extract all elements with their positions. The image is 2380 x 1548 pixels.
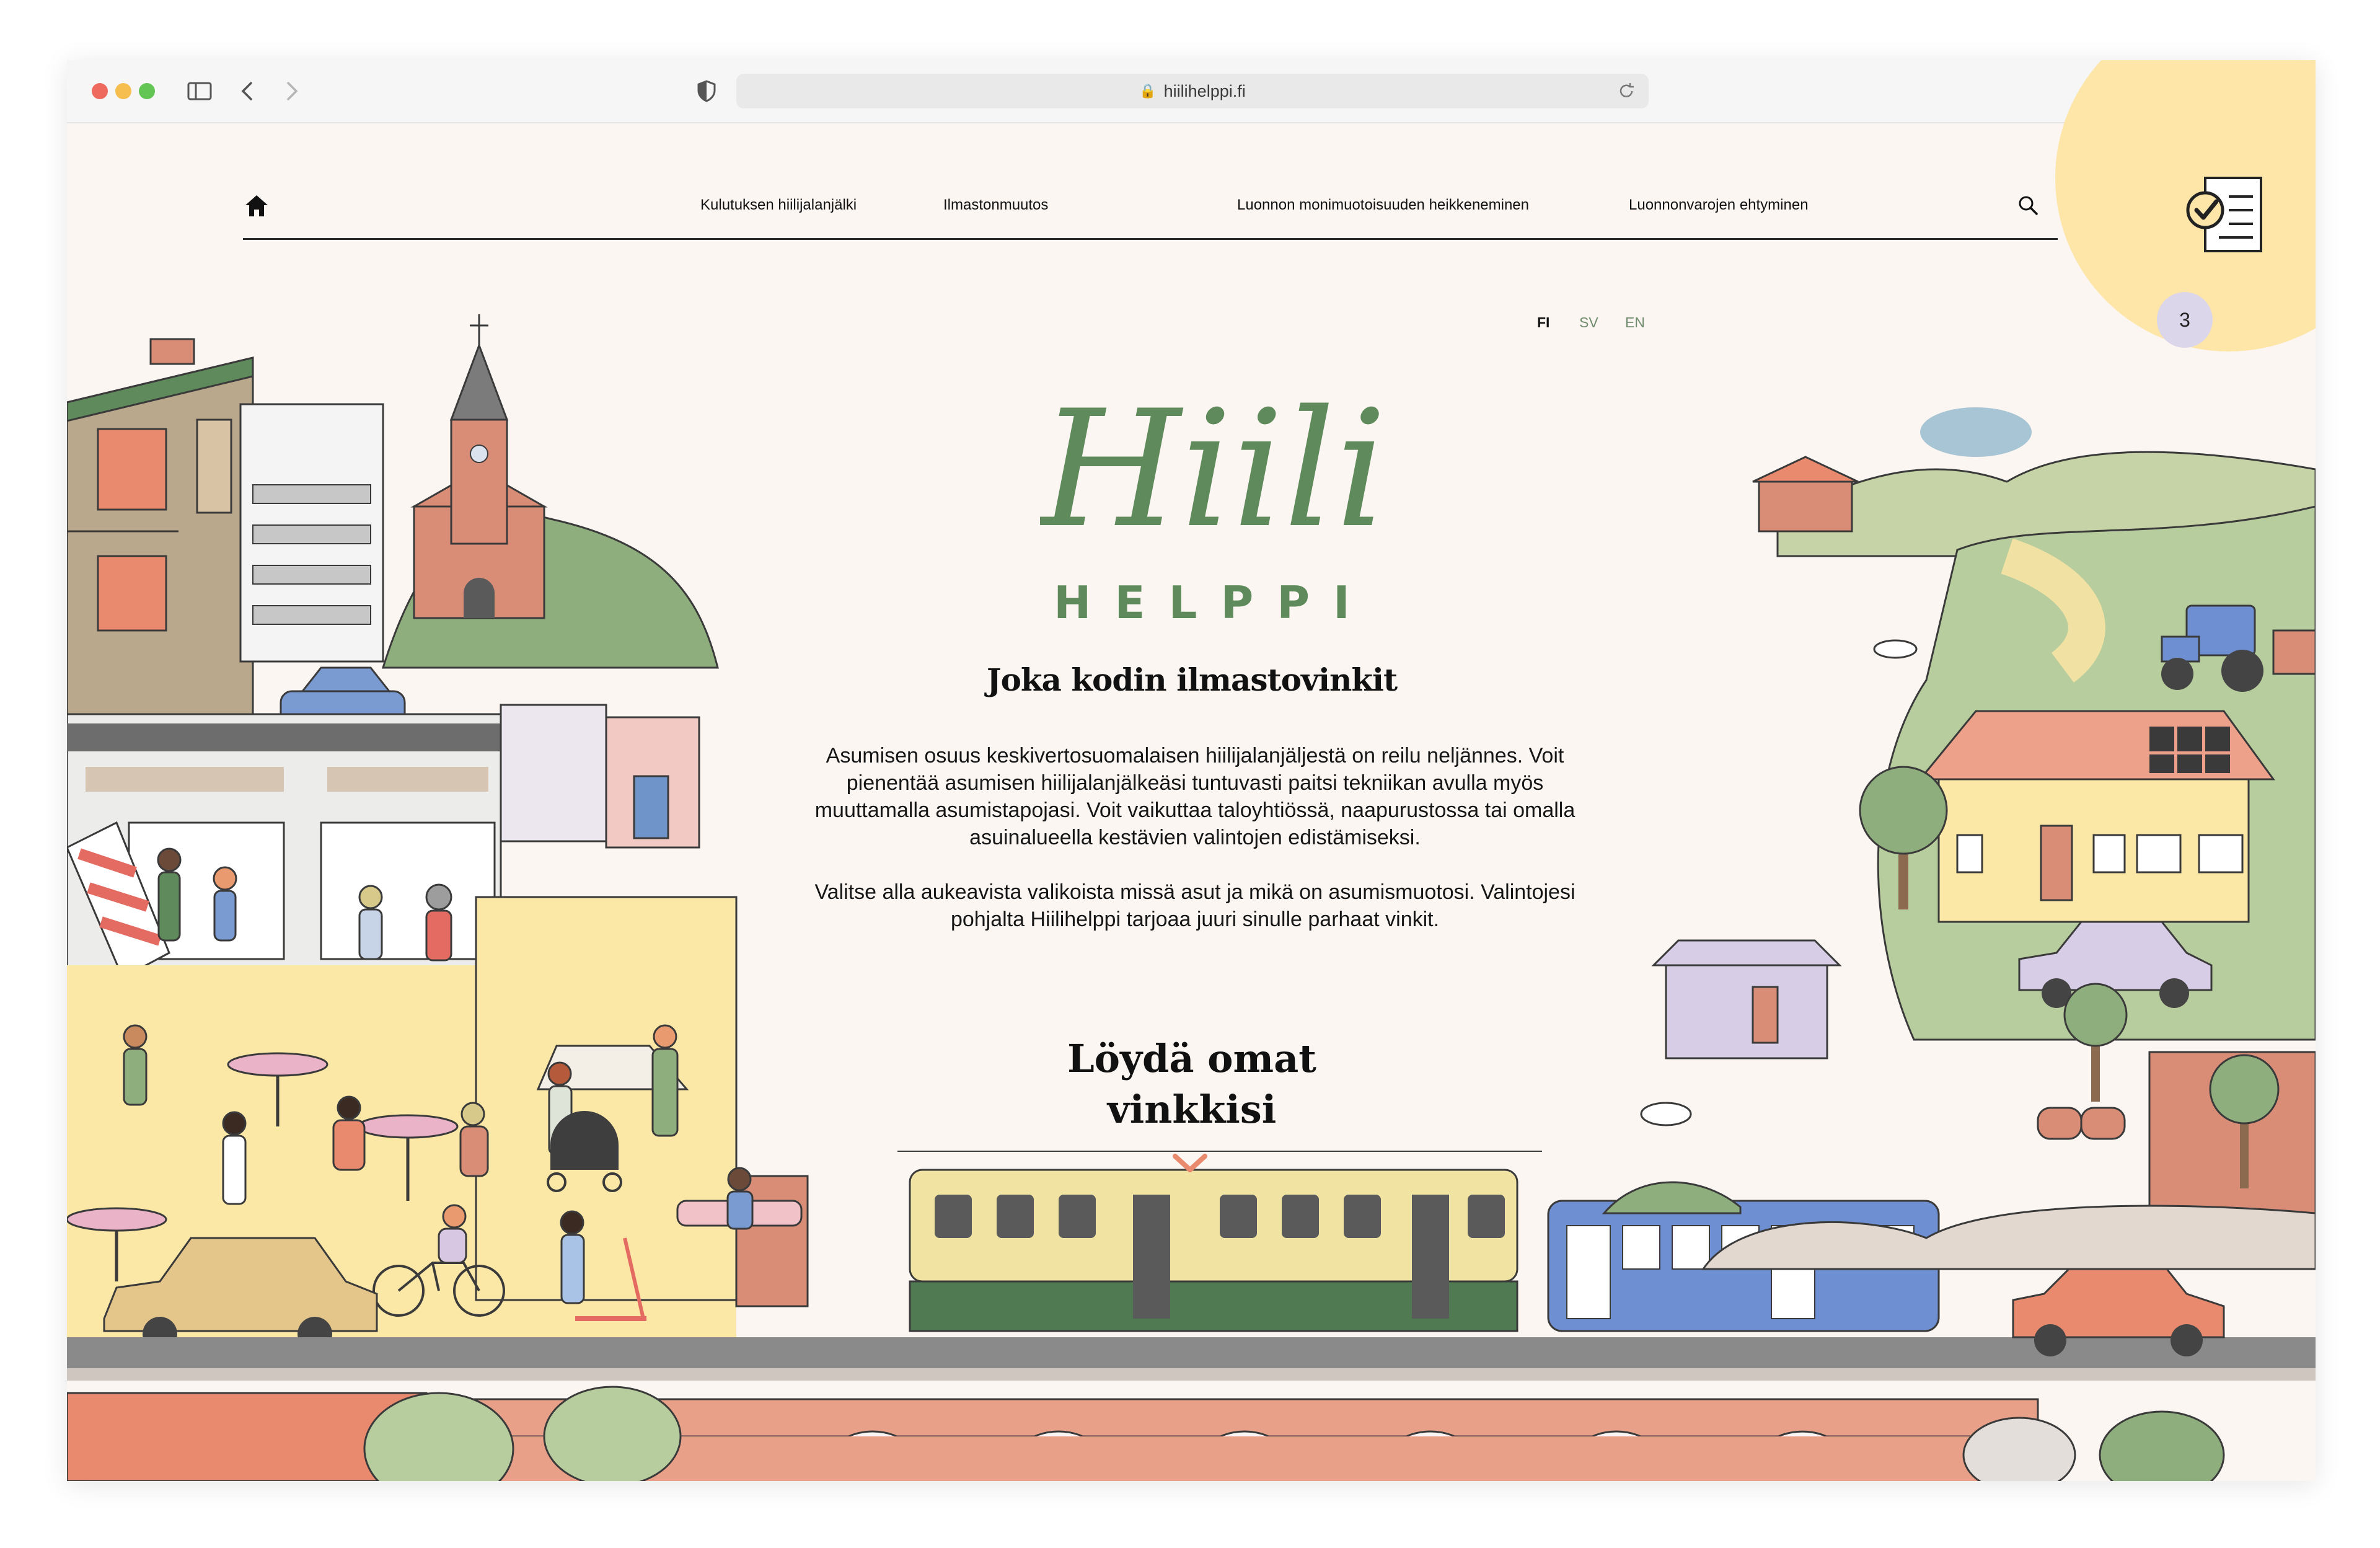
intro-paragraph-2: Valitse alla aukeavista valikoista missä… bbox=[814, 880, 1576, 931]
reload-icon[interactable] bbox=[1616, 81, 1636, 101]
close-window-button[interactable] bbox=[92, 83, 108, 99]
url-text: hiilihelppi.fi bbox=[1163, 81, 1246, 100]
address-bar[interactable]: 🔒 hiilihelppi.fi bbox=[736, 74, 1649, 108]
cta-line-1: Löydä omat bbox=[1067, 1036, 1316, 1081]
sidebar-icon[interactable] bbox=[186, 77, 213, 105]
language-en[interactable]: EN bbox=[1625, 314, 1645, 331]
lock-icon: 🔒 bbox=[1139, 83, 1157, 99]
page: 3 Kulutuksen hiilijalanjälki Ilmastonmuu… bbox=[67, 60, 2316, 1481]
hiilihelppi-logo[interactable]: Hiili HELPPI bbox=[1040, 358, 1387, 643]
cta-line-2: vinkkisi bbox=[1107, 1087, 1277, 1132]
zoom-window-button[interactable] bbox=[139, 83, 155, 99]
chevron-down-icon[interactable] bbox=[1170, 1151, 1210, 1176]
language-sv[interactable]: SV bbox=[1579, 314, 1598, 331]
browser-window: 🔒 hiilihelppi.fi 3 Kulutuksen hiilijalan… bbox=[67, 60, 2316, 1481]
back-icon[interactable] bbox=[234, 77, 262, 105]
language-fi[interactable]: FI bbox=[1537, 314, 1549, 331]
logo-subtitle: HELPPI bbox=[1054, 577, 1373, 629]
intro-text: Asumisen osuus keskivertosuomalaisen hii… bbox=[811, 742, 1579, 960]
home-icon[interactable] bbox=[243, 192, 270, 219]
nav-link-biodiversity[interactable]: Luonnon monimuotoisuuden heikkeneminen bbox=[1237, 197, 1529, 214]
forward-icon[interactable] bbox=[278, 77, 305, 105]
intro-paragraph-1: Asumisen osuus keskivertosuomalaisen hii… bbox=[814, 744, 1576, 849]
nav-link-natural-resources[interactable]: Luonnonvarojen ehtyminen bbox=[1629, 197, 1809, 214]
search-icon[interactable] bbox=[2017, 194, 2039, 216]
minimize-window-button[interactable] bbox=[115, 83, 131, 99]
find-tips-heading[interactable]: Löydä omat vinkkisi bbox=[966, 1033, 1418, 1135]
nav-link-consumption[interactable]: Kulutuksen hiilijalanjälki bbox=[700, 197, 857, 214]
checklist-icon[interactable] bbox=[2182, 172, 2268, 259]
browser-toolbar: 🔒 hiilihelppi.fi bbox=[67, 60, 2316, 123]
main-navigation: Kulutuksen hiilijalanjälki Ilmastonmuuto… bbox=[243, 122, 2058, 240]
checklist-count-badge[interactable]: 3 bbox=[2157, 292, 2213, 348]
nav-link-climate-change[interactable]: Ilmastonmuutos bbox=[943, 197, 1048, 214]
tagline: Joka kodin ilmastovinkit bbox=[986, 661, 1398, 698]
logo-script: Hiili bbox=[1040, 376, 1387, 564]
privacy-shield-icon[interactable] bbox=[693, 77, 720, 105]
